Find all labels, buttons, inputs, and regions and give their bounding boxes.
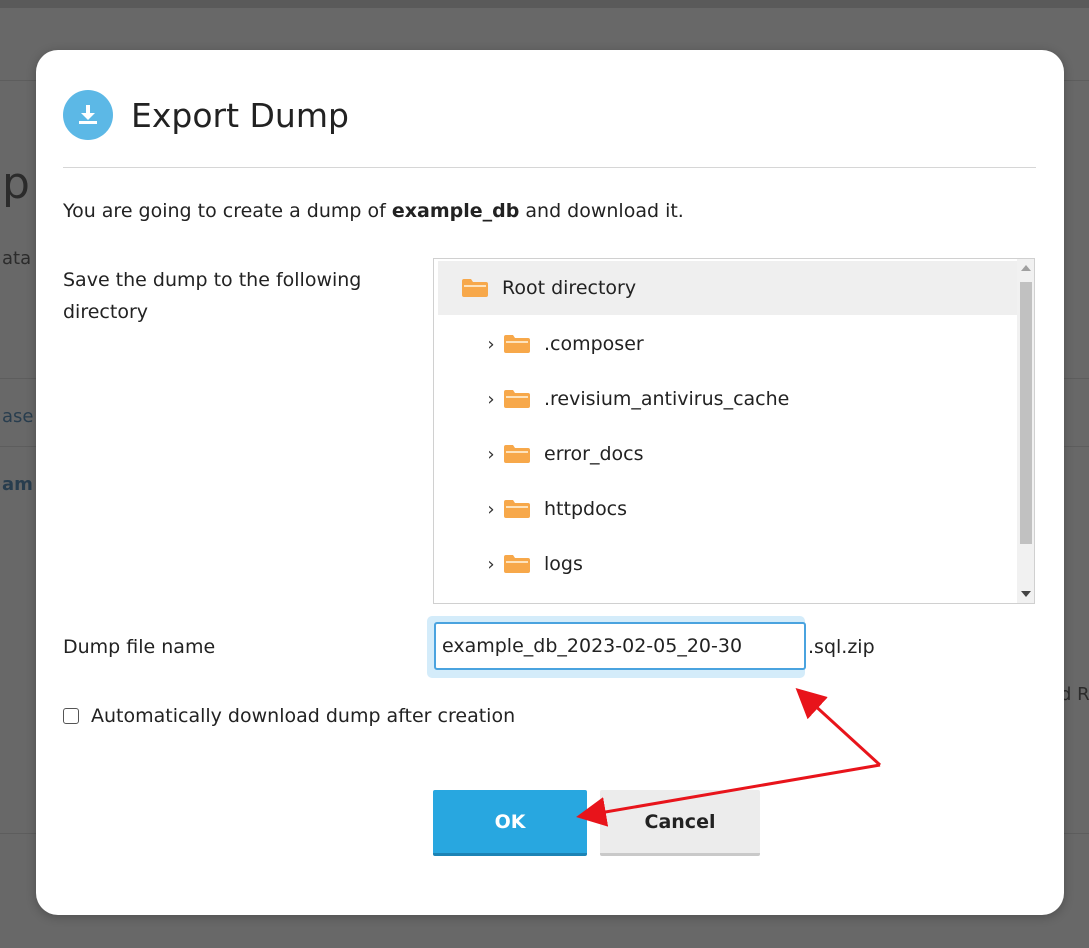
tree-item[interactable]: › .composer [438, 317, 1034, 371]
chevron-right-icon[interactable]: › [484, 334, 498, 355]
auto-download-option[interactable]: Automatically download dump after creati… [63, 705, 515, 727]
chevron-right-icon[interactable]: › [484, 389, 498, 410]
dialog-header: Export Dump [63, 90, 349, 140]
tree-item-root[interactable]: Root directory [438, 261, 1032, 315]
dialog-title: Export Dump [131, 95, 349, 135]
file-name-label: Dump file name [63, 636, 216, 658]
cancel-button[interactable]: Cancel [600, 790, 760, 856]
folder-icon [504, 555, 530, 573]
folder-icon [504, 390, 530, 408]
directory-tree[interactable]: Root directory › .composer › .revisium_a… [433, 258, 1035, 604]
tree-item-label: logs [544, 553, 583, 575]
chevron-right-icon[interactable]: › [484, 499, 498, 520]
download-icon [63, 90, 113, 140]
folder-icon [504, 335, 530, 353]
tree-item[interactable]: › httpdocs [438, 482, 1034, 536]
tree-item-label: .composer [544, 333, 644, 355]
tree-item[interactable]: › logs [438, 537, 1034, 591]
chevron-right-icon[interactable]: › [484, 444, 498, 465]
auto-download-checkbox[interactable] [63, 708, 79, 724]
chevron-right-icon[interactable]: › [484, 554, 498, 575]
tree-item-label: Root directory [502, 277, 637, 299]
scroll-up-arrow-icon[interactable] [1021, 265, 1031, 271]
ok-button[interactable]: OK [433, 790, 587, 856]
folder-icon [462, 279, 488, 297]
folder-icon [504, 500, 530, 518]
tree-item-label: httpdocs [544, 498, 628, 520]
tree-item[interactable]: › .revisium_antivirus_cache [438, 372, 1034, 426]
file-name-input[interactable] [434, 622, 806, 670]
intro-text: You are going to create a dump of exampl… [63, 200, 684, 222]
scrollbar-thumb[interactable] [1020, 282, 1032, 544]
tree-item[interactable]: › error_docs [438, 427, 1034, 481]
file-name-focus-ring [427, 616, 806, 678]
intro-suffix: and download it. [519, 200, 684, 222]
export-dump-dialog: Export Dump You are going to create a du… [36, 50, 1064, 915]
tree-scrollbar[interactable] [1017, 259, 1034, 603]
database-name: example_db [391, 200, 520, 222]
file-extension: .sql.zip [808, 636, 875, 658]
tree-item-label: error_docs [544, 443, 644, 465]
scroll-down-arrow-icon[interactable] [1021, 591, 1031, 597]
auto-download-label[interactable]: Automatically download dump after creati… [91, 705, 515, 727]
directory-label: Save the dump to the following directory [63, 269, 362, 323]
header-divider [63, 167, 1036, 168]
tree-item-label: .revisium_antivirus_cache [544, 388, 790, 410]
intro-prefix: You are going to create a dump of [63, 200, 392, 222]
folder-icon [504, 445, 530, 463]
